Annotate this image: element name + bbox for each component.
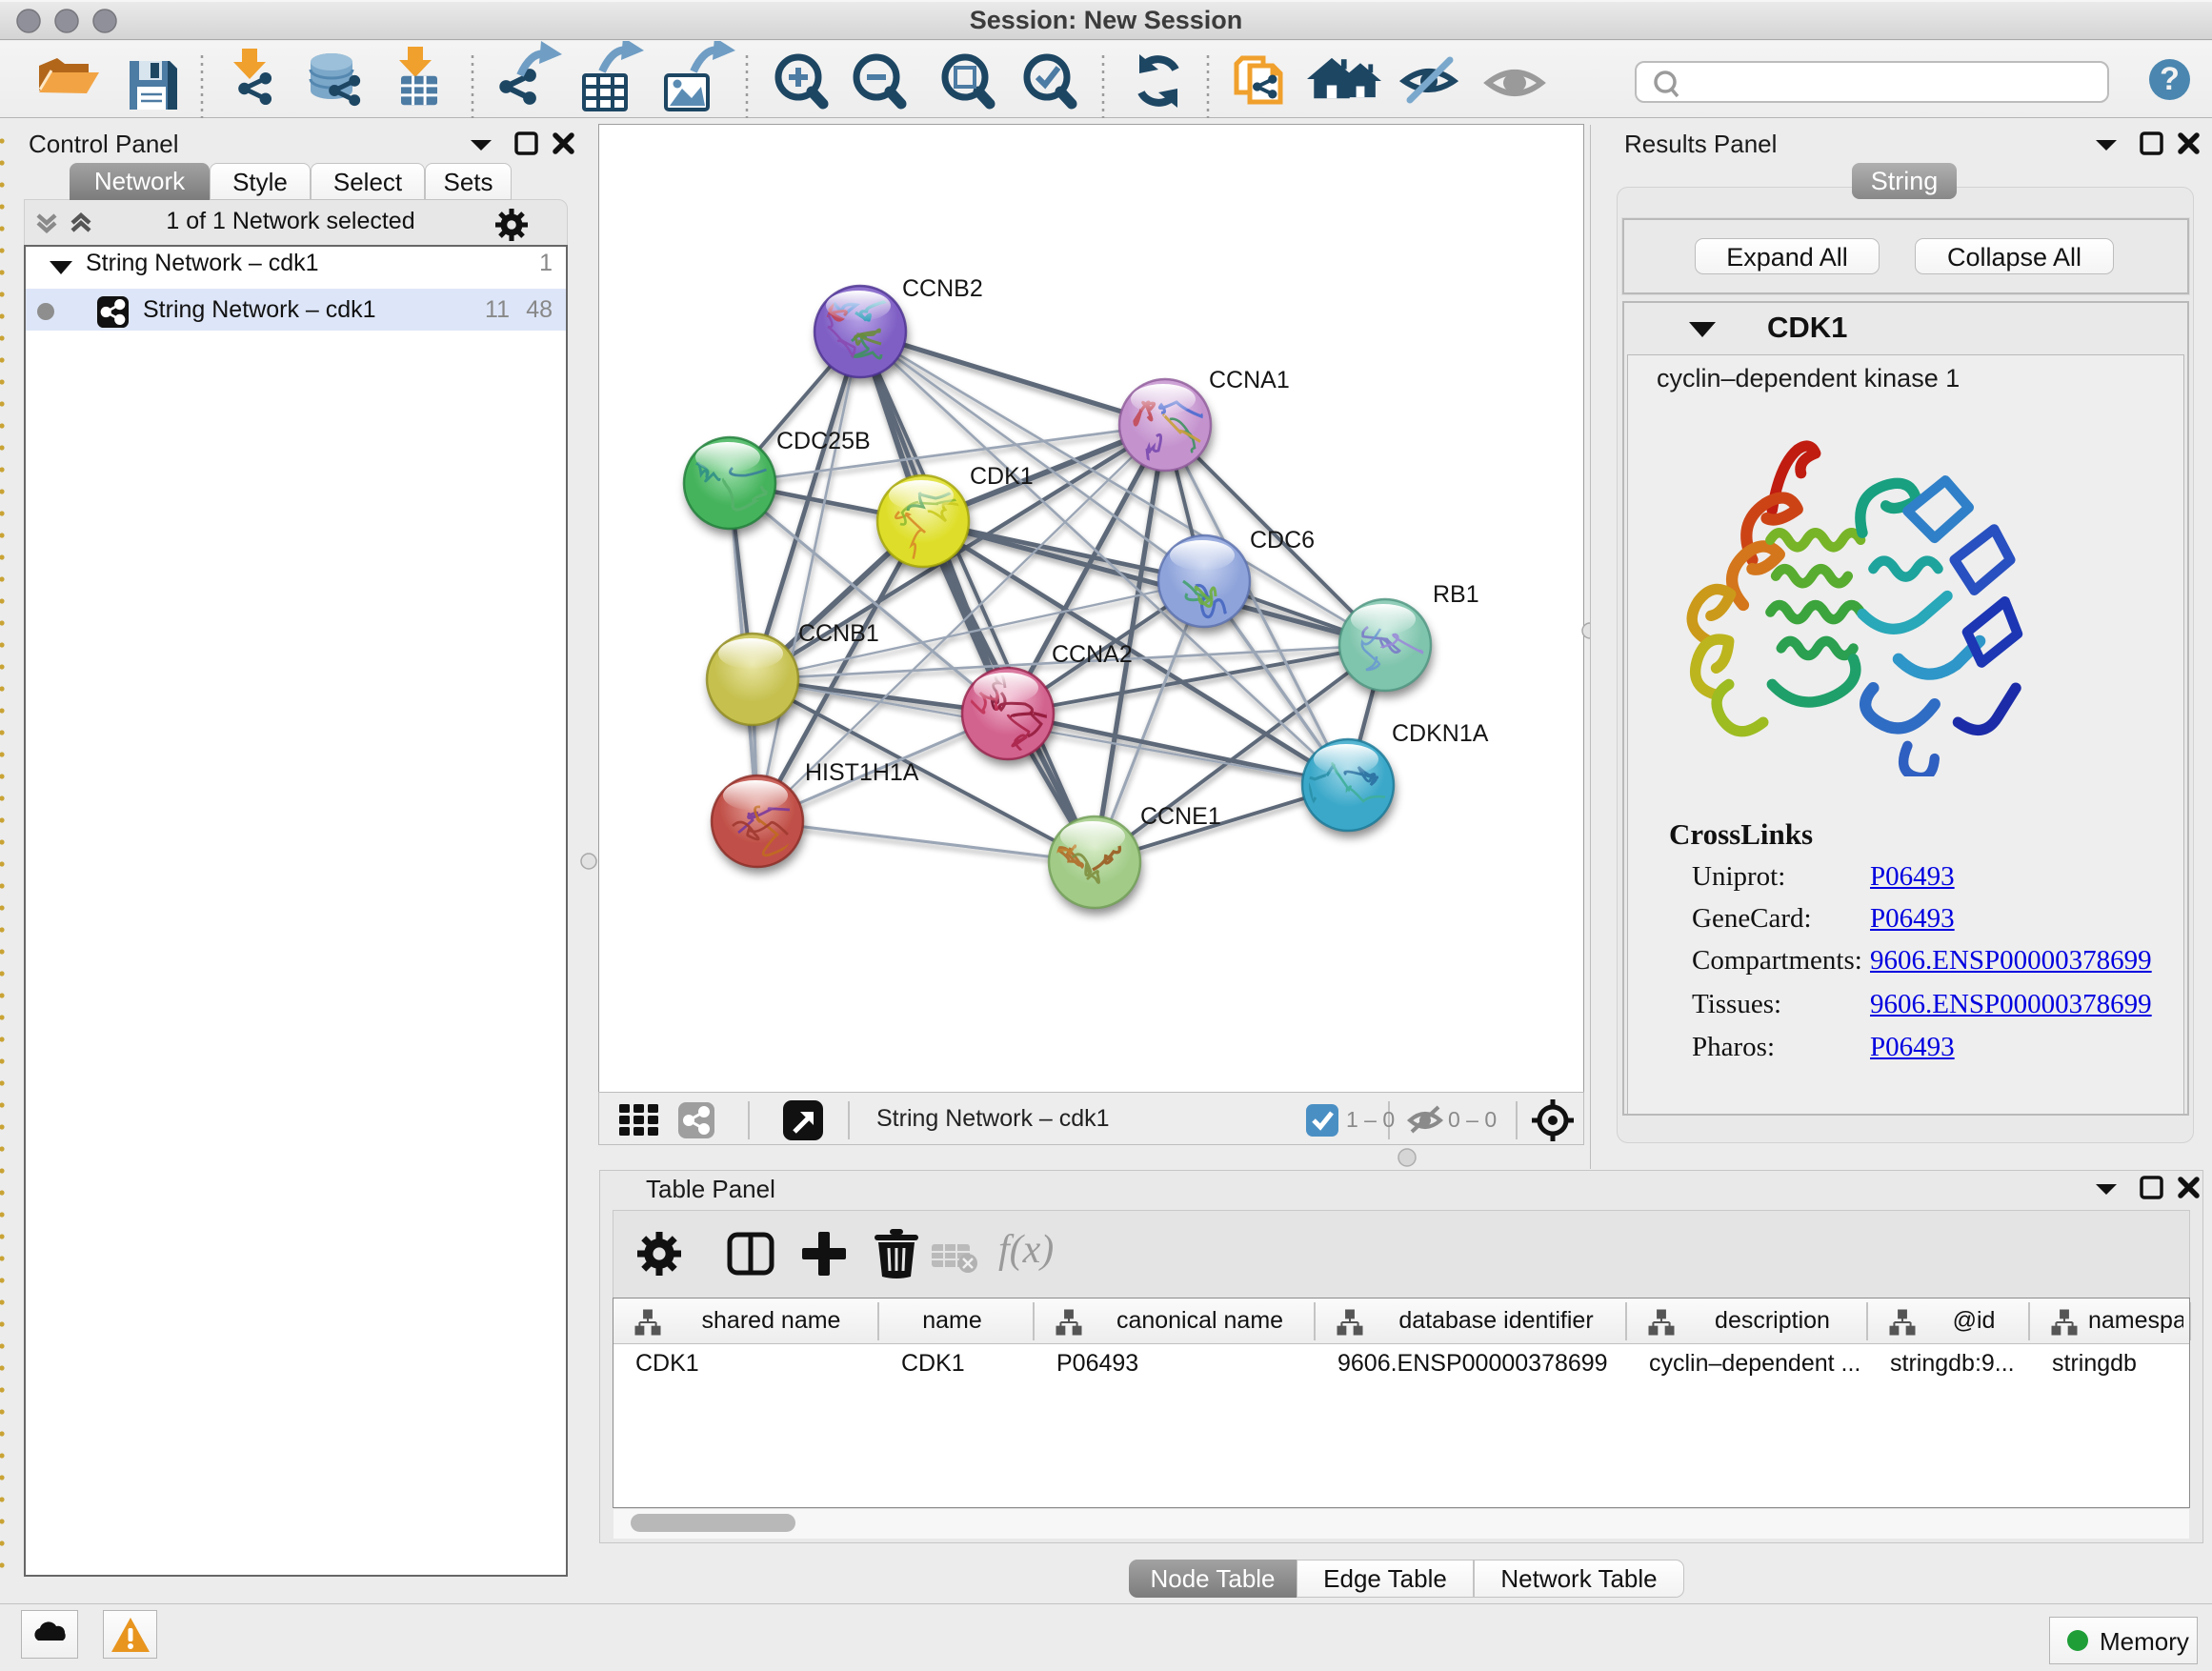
svg-text:HIST1H1A: HIST1H1A (805, 759, 919, 786)
svg-text:CDKN1A: CDKN1A (1392, 720, 1489, 747)
svg-text:CDK1: CDK1 (970, 463, 1034, 490)
svg-text:CCNB1: CCNB1 (798, 620, 879, 647)
svg-text:CDC6: CDC6 (1250, 527, 1315, 554)
svg-text:CCNB2: CCNB2 (902, 275, 983, 302)
svg-text:RB1: RB1 (1433, 581, 1479, 608)
svg-text:CCNA1: CCNA1 (1209, 367, 1290, 393)
svg-text:CCNA2: CCNA2 (1052, 641, 1133, 668)
svg-text:CDC25B: CDC25B (776, 428, 871, 454)
svg-text:CCNE1: CCNE1 (1140, 803, 1221, 830)
